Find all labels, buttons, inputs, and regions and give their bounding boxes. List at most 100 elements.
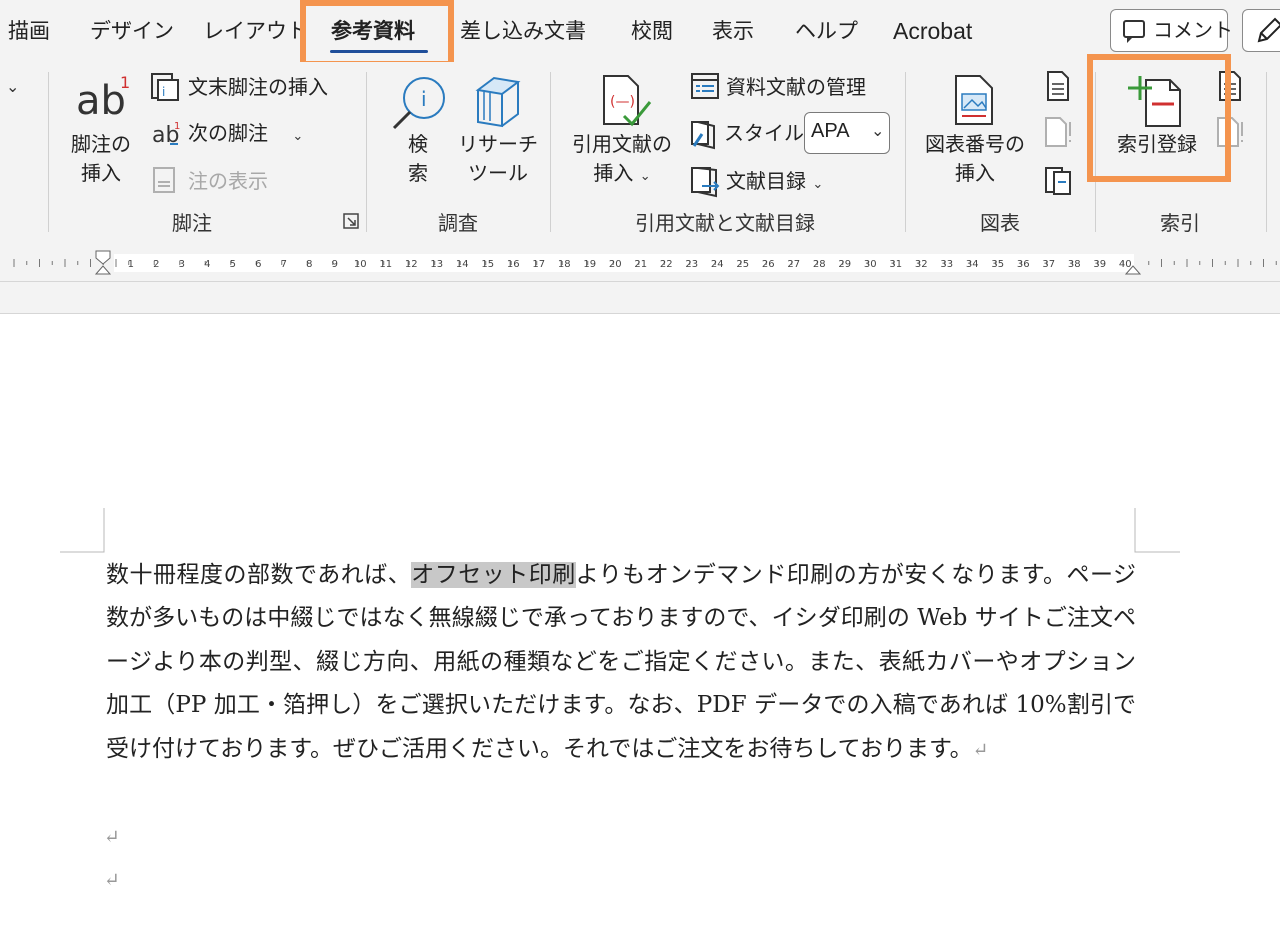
document-body-paragraph[interactable]: 数十冊程度の部数であれば、オフセット印刷よりもオンデマンド印刷の方が安くなります… <box>106 554 1136 772</box>
horizontal-ruler[interactable]: 1 2 3 4 5 6 7 8 9 10 11 12 13 14 15 16 17 18 19 20 21 22 23 24 2… <box>0 240 1280 282</box>
insert-endnote-button[interactable]: 文末脚注の挿入 <box>188 72 328 102</box>
next-footnote-button[interactable]: 次の脚注 ⌄ <box>188 118 303 152</box>
insert-citation-label-line1: 引用文献の <box>572 132 672 156</box>
ruler-number: 5 <box>230 259 236 270</box>
ruler-number: 7 <box>281 259 287 270</box>
ruler-number: 28 <box>813 259 826 270</box>
ruler-number: 32 <box>915 259 928 270</box>
researcher-label-line1: リサーチ <box>458 132 538 156</box>
search-label-line1: 検 <box>408 132 428 156</box>
ruler-number: 20 <box>609 259 622 270</box>
bibliography-icon <box>691 167 720 198</box>
ruler-number: 14 <box>456 259 469 270</box>
comment-icon <box>1123 20 1145 43</box>
ribbon-tab-bar: 描画 デザイン レイアウト 参考資料 差し込み文書 校閲 表示 ヘルプ Acro… <box>0 0 1280 67</box>
researcher-label-line2: ツール <box>468 161 528 185</box>
bibliography-button[interactable]: 文献目録 ⌄ <box>726 166 823 200</box>
ruler-number: 24 <box>711 259 724 270</box>
insert-citation-button[interactable]: 引用文献の 挿入 ⌄ <box>566 130 678 191</box>
ruler-number: 13 <box>430 259 443 270</box>
tab-view[interactable]: 表示 <box>712 14 754 48</box>
insert-caption-button[interactable]: 図表番号の 挿入 <box>920 130 1030 188</box>
ruler-number: 33 <box>940 259 953 270</box>
chevron-down-icon[interactable]: ⌄ <box>6 77 19 96</box>
ruler-number: 1 <box>128 259 134 270</box>
tab-mailings[interactable]: 差し込み文書 <box>460 14 586 48</box>
svg-text:ab: ab <box>76 78 126 122</box>
ruler-number: 2 <box>153 259 159 270</box>
manage-sources-button[interactable]: 資料文献の管理 <box>726 72 866 102</box>
ribbon: ⌄ ab 1 脚注の 挿入 i 文末脚注の挿入 ab 1 次の脚注 ⌄ 注の表示… <box>0 54 1280 240</box>
insert-footnote-label-line2: 挿入 <box>81 161 121 185</box>
index-group-label: 索引 <box>1160 211 1200 235</box>
ruler-number: 9 <box>332 259 338 270</box>
svg-text:(—): (—) <box>610 94 635 110</box>
highlight-box-references-tab <box>300 0 454 67</box>
show-notes-button[interactable]: 注の表示 <box>188 166 268 196</box>
svg-text:i: i <box>162 85 165 99</box>
ruler-number: 10 <box>354 259 367 270</box>
ruler-number: 15 <box>481 259 494 270</box>
tab-draw[interactable]: 描画 <box>8 14 50 48</box>
ruler-number: 38 <box>1068 259 1081 270</box>
crop-mark-left <box>60 508 105 553</box>
svg-text:1: 1 <box>120 73 130 92</box>
tab-design[interactable]: デザイン <box>90 14 174 48</box>
insert-table-of-figures-icon[interactable] <box>1044 70 1072 104</box>
ruler-number: 39 <box>1093 259 1106 270</box>
bibliography-label: 文献目録 <box>726 169 806 193</box>
chevron-down-icon: ⌄ <box>292 129 304 144</box>
text-before-selection: 数十冊程度の部数であれば、 <box>106 562 412 588</box>
chevron-down-icon: ⌄ <box>639 169 651 184</box>
paragraph-mark-icon: ↵ <box>972 738 989 761</box>
style-select[interactable]: APA ⌄ <box>804 112 890 154</box>
ruler-number: 19 <box>583 259 596 270</box>
insert-footnote-button[interactable]: ab 1 <box>74 72 134 126</box>
ruler-number: 11 <box>379 259 392 270</box>
research-group-label: 調査 <box>438 211 478 235</box>
researcher-button[interactable]: リサーチ ツール <box>456 130 540 188</box>
manage-sources-icon <box>691 73 719 99</box>
group-separator <box>905 72 906 232</box>
style-select-value: APA <box>811 120 850 142</box>
highlight-box-mark-entry <box>1087 54 1231 182</box>
insert-caption-label-line1: 図表番号の <box>925 132 1025 156</box>
dialog-launcher-icon[interactable] <box>343 213 359 229</box>
ruler-number: 8 <box>306 259 312 270</box>
ruler-number: 40 <box>1119 259 1132 270</box>
search-button[interactable]: 検 索 <box>390 130 446 188</box>
captions-group-label: 図表 <box>980 211 1020 235</box>
selected-text[interactable]: オフセット印刷 <box>411 562 576 588</box>
footnote-group-label: 脚注 <box>172 211 212 235</box>
tab-acrobat[interactable]: Acrobat <box>893 14 972 48</box>
first-line-indent-marker[interactable] <box>95 250 111 265</box>
ruler-number: 30 <box>864 259 877 270</box>
insert-citation-label-line2: 挿入 <box>593 161 634 185</box>
group-separator <box>48 72 49 232</box>
comment-button[interactable]: コメント <box>1110 9 1233 52</box>
update-table-icon[interactable] <box>1042 116 1074 150</box>
search-label-line2: 索 <box>408 161 428 185</box>
ruler-number: 26 <box>762 259 775 270</box>
insert-footnote-label[interactable]: 脚注の 挿入 <box>62 130 140 188</box>
ruler-number: 25 <box>736 259 749 270</box>
ruler-number: 12 <box>405 259 418 270</box>
tab-help[interactable]: ヘルプ <box>795 14 858 48</box>
ruler-number: 31 <box>889 259 902 270</box>
insert-endnote-icon: i <box>151 73 179 101</box>
style-label: スタイル: <box>724 121 811 145</box>
editing-mode-button[interactable] <box>1242 9 1280 52</box>
insert-footnote-label-line1: 脚注の <box>71 132 131 156</box>
comment-button-label: コメント <box>1153 18 1233 42</box>
tab-layout[interactable]: レイアウト <box>203 14 308 48</box>
tab-review[interactable]: 校閲 <box>631 14 673 48</box>
chevron-down-icon: ⌄ <box>812 177 824 192</box>
ruler-number: 21 <box>634 259 647 270</box>
cross-reference-icon[interactable] <box>1042 164 1074 198</box>
svg-text:i: i <box>421 87 427 111</box>
group-separator <box>550 72 551 232</box>
chevron-down-icon: ⌄ <box>871 121 885 140</box>
search-info-icon: i <box>392 77 445 130</box>
pencil-icon <box>1257 17 1280 43</box>
hanging-indent-marker[interactable] <box>94 265 112 275</box>
